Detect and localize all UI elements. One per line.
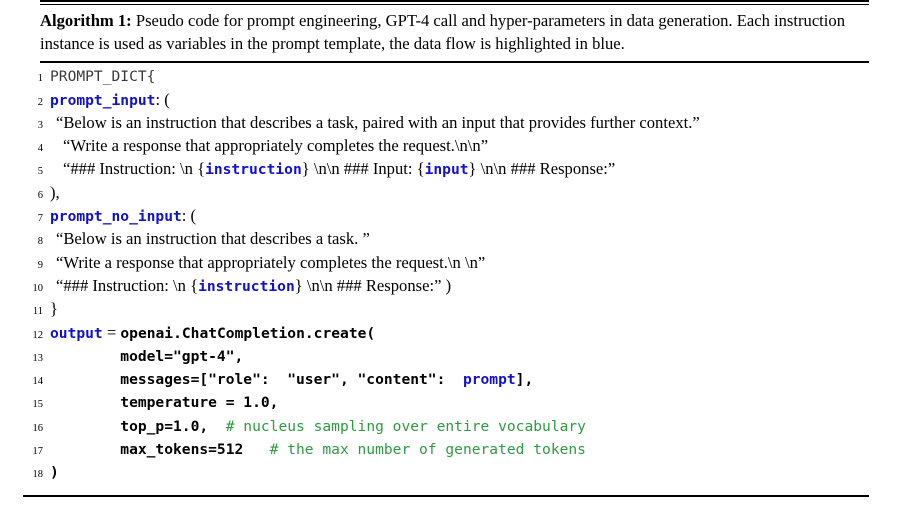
code-line-number: 4 [37,143,43,155]
code-line: 14 messages=["role": "user", "content": … [23,371,869,394]
code-variable-token: input [424,161,469,179]
code-line-content: “Below is an instruction that describes … [43,231,370,248]
code-line: 7 prompt_no_input: ( [23,206,869,231]
algorithm-bottom-rule [23,494,869,497]
code-token: = [102,322,121,342]
code-line-content: } [43,299,58,319]
code-token: “Write a response that appropriately com… [63,136,489,156]
code-line-number: 13 [32,352,44,364]
code-line-number: 11 [32,306,43,318]
code-token: : ( [155,89,170,109]
code-token: messages=["role": "user", "content": [50,371,463,389]
algorithm-caption: Algorithm 1: Pseudo code for prompt engi… [40,5,869,61]
code-token: temperature = 1.0, [50,394,279,412]
code-variable-token: instruction [205,161,302,179]
code-comment-token: # nucleus sampling over entire vocabular… [225,417,586,435]
code-token: ) [50,464,59,482]
algorithm-code-body: 1 PROMPT_DICT{2 prompt_input: (3 “Below is … [23,63,869,494]
code-token: max_tokens=512 [50,441,270,459]
code-line-content: top_p=1.0, # nucleus sampling over entir… [43,418,586,435]
code-line-content: “### Instruction: \n {instruction} \n\n … [43,161,615,178]
code-token: } \n\n ### Response:” [468,159,616,179]
code-line-number: 2 [37,96,43,108]
algorithm-block: Algorithm 1: Pseudo code for prompt engi… [23,0,869,497]
code-line-content: messages=["role": "user", "content": pro… [43,371,533,388]
code-line-number: 9 [37,259,43,271]
code-line: 8 “Below is an instruction that describes… [23,231,869,254]
code-token: “### Instruction: \n { [56,275,199,295]
code-line-number: 7 [37,213,43,225]
code-token: “Below is an instruction that describes … [56,229,370,249]
code-line-content: “Write a response that appropriately com… [43,252,486,272]
code-token: ], [515,371,534,389]
code-line-content: prompt_no_input: ( [43,206,197,226]
code-line-content: max_tokens=512 # the max number of gener… [43,441,586,458]
code-token: } \n\n ### Response:” ) [294,275,452,295]
code-line-content: model="gpt-4", [43,348,243,365]
code-line: 1 PROMPT_DICT{ [23,68,869,91]
code-token: ), [50,182,60,202]
code-line-content: “Below is an instruction that describes … [43,112,700,132]
code-token: } \n\n ### Input: { [301,159,425,179]
code-line-number: 16 [32,422,44,434]
code-token: “### Instruction: \n { [63,159,206,179]
code-line-number: 18 [32,469,44,481]
code-dict-token: PROMPT_DICT{ [50,68,156,86]
code-line: 4 “Write a response that appropriately co… [23,136,869,161]
code-line-content: output = openai.ChatCompletion.create( [43,322,376,342]
code-line: 6), [23,182,869,208]
code-line-number: 8 [37,236,43,248]
code-line: 10 “### Instruction: \n {instruction} \n\… [23,275,869,301]
code-line-content: “### Instruction: \n {instruction} \n\n … [43,275,452,295]
code-token: openai.ChatCompletion.create( [120,324,376,342]
code-line-content: “Write a response that appropriately com… [43,136,489,156]
code-token: : ( [181,206,197,226]
code-token: “Below is an instruction that describes … [56,112,700,132]
code-line-number: 6 [37,189,43,201]
code-token: model="gpt-4", [50,347,244,365]
code-line-number: 1 [37,73,43,85]
code-line-number: 15 [32,399,44,411]
code-line: 2 prompt_input: ( [23,89,869,115]
code-line: 9 “Write a response that appropriately co… [23,252,869,278]
code-line-content: PROMPT_DICT{ [43,68,155,85]
code-line-number: 10 [32,282,44,294]
code-variable-token: prompt [462,371,516,389]
code-line: 5 “### Instruction: \n {instruction} \n\n… [23,161,869,184]
code-line-content: ), [43,182,60,202]
code-variable-token: prompt_input [50,91,156,109]
code-line: 16 top_p=1.0, # nucleus sampling over en… [23,418,869,441]
code-line-number: 3 [37,119,43,131]
code-line: 17 max_tokens=512 # the max number of ge… [23,441,869,464]
code-line-number: 17 [32,446,44,458]
code-token: top_p=1.0, [50,417,226,435]
code-line-number: 12 [32,329,44,341]
code-line-number: 14 [32,376,44,388]
algorithm-caption-label: Algorithm 1: [40,11,132,30]
code-variable-token: instruction [198,277,295,295]
code-comment-token: # the max number of generated tokens [269,441,586,459]
code-variable-token: output [50,324,103,342]
code-line: 18) [23,464,869,487]
code-token: } [50,299,58,319]
code-variable-token: prompt_no_input [50,208,182,226]
algorithm-caption-text: Pseudo code for prompt engineering, GPT-… [40,11,845,53]
code-line: 13 model="gpt-4", [23,348,869,371]
code-line-content: prompt_input: ( [43,89,170,109]
code-line: 11} [23,299,869,324]
code-line: 3 “Below is an instruction that describes… [23,112,869,138]
code-token: “Write a response that appropriately com… [56,252,486,272]
code-line-content: temperature = 1.0, [43,394,278,411]
code-line: 15 temperature = 1.0, [23,394,869,417]
code-line-content: ) [43,464,59,481]
code-line: 12 output = openai.ChatCompletion.create( [23,322,869,348]
code-line-number: 5 [37,166,43,178]
